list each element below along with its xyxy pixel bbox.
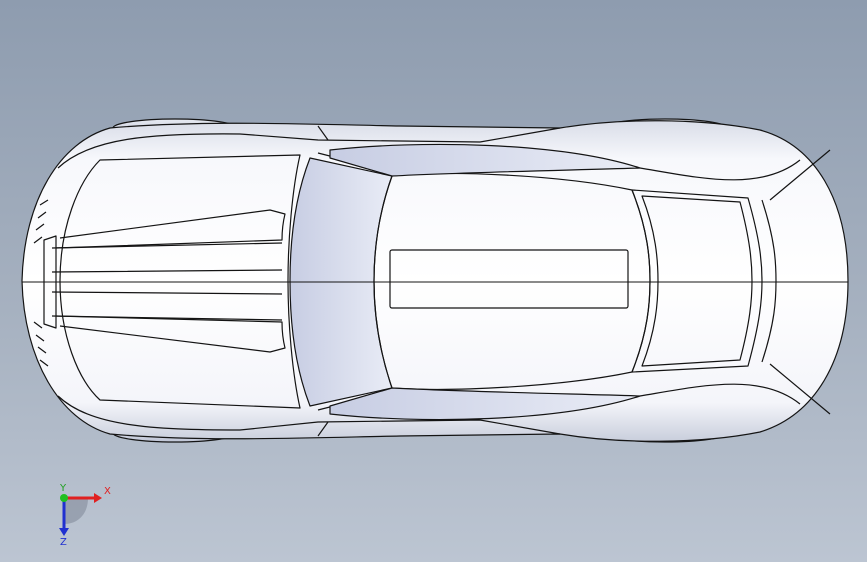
triad-y-axis (60, 494, 68, 502)
triad-x-arrow (94, 493, 102, 503)
triad-y-label: Y (60, 483, 67, 494)
car-model[interactable] (0, 0, 867, 562)
coordinate-triad: X Y Z (40, 478, 120, 550)
triad-shadow (64, 498, 88, 524)
triad-x-label: X (104, 486, 111, 497)
graphics-viewport[interactable]: X Y Z (0, 0, 867, 562)
triad-z-label: Z (60, 537, 67, 548)
triad-z-arrow (59, 528, 69, 536)
